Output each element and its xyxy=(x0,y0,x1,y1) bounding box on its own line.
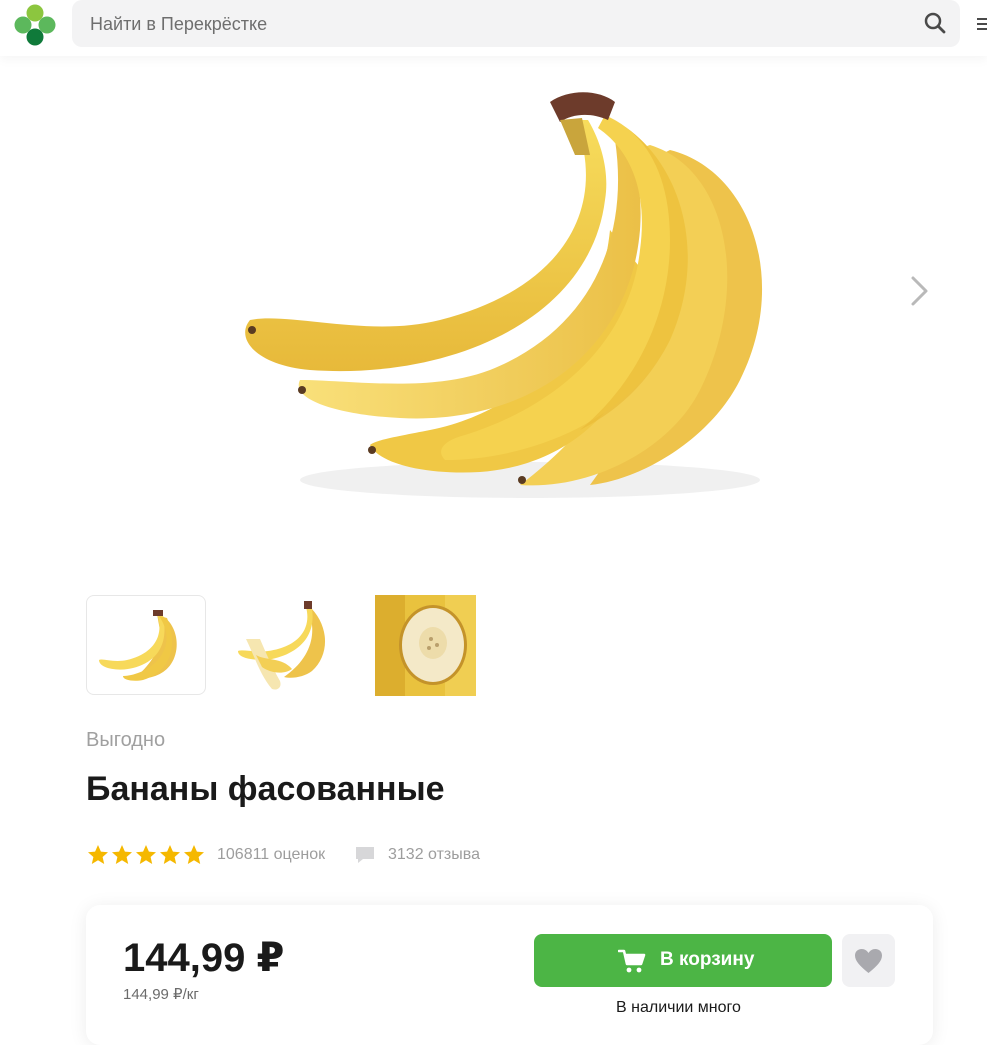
clover-logo-icon[interactable] xyxy=(12,3,58,49)
search-icon[interactable] xyxy=(924,12,946,34)
cart-icon xyxy=(618,949,646,973)
price-card: 144,99 ₽ 144,99 ₽/кг В корзину В наличии… xyxy=(86,905,933,1045)
promo-label: Выгодно xyxy=(86,729,166,751)
add-to-cart-button[interactable]: В корзину xyxy=(534,934,832,987)
unit-price: 144,99 ₽/кг xyxy=(123,986,199,1003)
product-title: Бананы фасованные xyxy=(86,770,445,808)
chevron-right-icon[interactable] xyxy=(906,274,932,308)
banana-slice-thumbnail-image xyxy=(375,595,476,696)
search-input[interactable] xyxy=(88,0,912,49)
star-rating-icon xyxy=(88,845,204,864)
heart-icon xyxy=(855,949,882,973)
site-header xyxy=(0,0,987,56)
rating-count[interactable]: 106811 оценок xyxy=(217,846,325,864)
favorite-button[interactable] xyxy=(842,934,895,987)
thumbnail-1[interactable] xyxy=(86,595,206,695)
add-to-cart-label: В корзину xyxy=(660,949,755,970)
peeled-banana-thumbnail-image xyxy=(238,601,326,690)
search-bar xyxy=(72,0,960,49)
availability-status: В наличии много xyxy=(616,999,741,1016)
reviews-count: 3132 отзыва xyxy=(388,846,480,863)
price: 144,99 ₽ xyxy=(123,936,285,980)
thumbnail-3[interactable] xyxy=(375,595,476,696)
banana-bunch-thumbnail-image xyxy=(99,610,177,681)
product-main-image xyxy=(245,92,763,498)
thumbnail-2[interactable] xyxy=(226,595,346,695)
comment-icon xyxy=(356,847,374,863)
menu-icon[interactable] xyxy=(977,17,987,31)
